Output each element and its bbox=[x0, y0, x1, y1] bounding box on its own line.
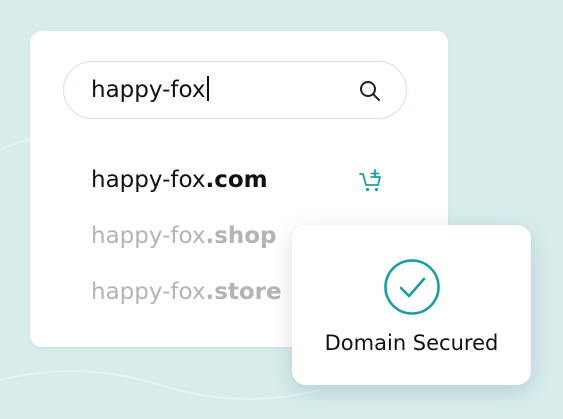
search-input[interactable]: happy-fox bbox=[63, 61, 407, 119]
domain-tld: .shop bbox=[205, 223, 277, 249]
domain-tld: .com bbox=[205, 167, 268, 193]
domain-tld: .store bbox=[205, 279, 282, 305]
domain-result-com[interactable]: happy-fox.com bbox=[91, 165, 268, 195]
domain-result-shop[interactable]: happy-fox.shop bbox=[91, 221, 277, 251]
domain-name: happy-fox bbox=[91, 223, 206, 249]
text-caret bbox=[207, 76, 210, 101]
check-circle-icon bbox=[384, 259, 440, 315]
search-input-value[interactable]: happy-fox bbox=[91, 75, 210, 105]
domain-name: happy-fox bbox=[91, 167, 206, 193]
add-to-cart-icon[interactable] bbox=[358, 168, 384, 194]
domain-name: happy-fox bbox=[91, 279, 206, 305]
domain-secured-card: Domain Secured bbox=[292, 225, 531, 385]
domain-result-store[interactable]: happy-fox.store bbox=[91, 277, 282, 307]
search-icon[interactable] bbox=[358, 79, 382, 103]
domain-secured-label: Domain Secured bbox=[324, 331, 499, 355]
